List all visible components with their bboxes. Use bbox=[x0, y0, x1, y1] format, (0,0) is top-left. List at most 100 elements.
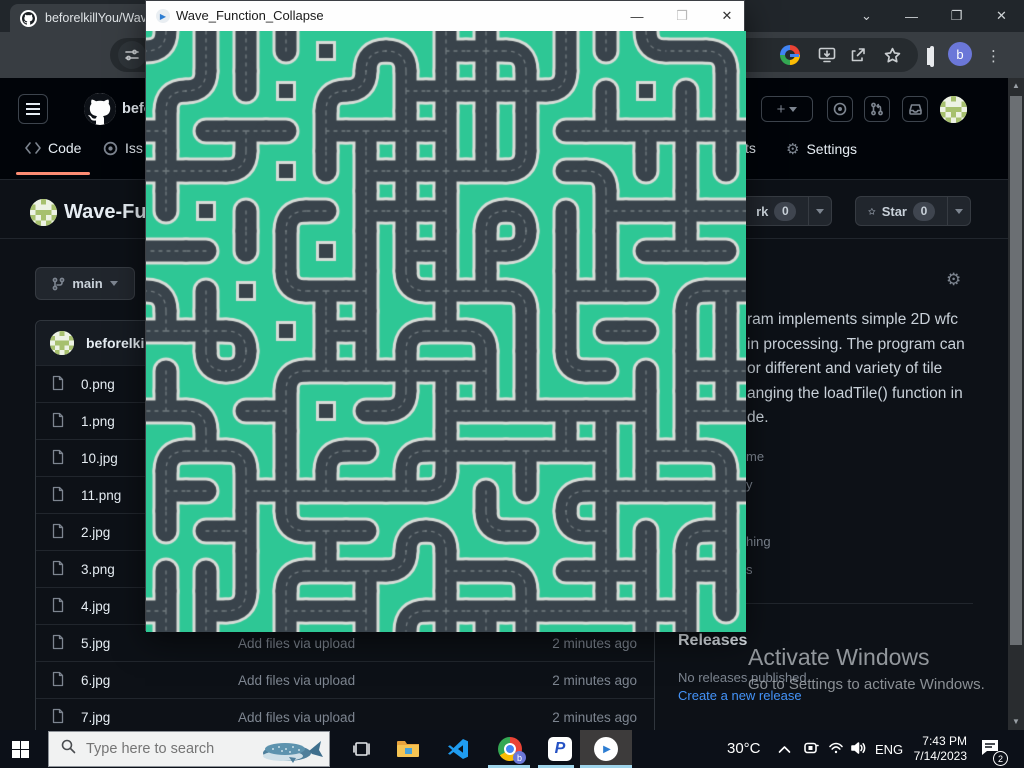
bookmark-star-icon[interactable] bbox=[882, 45, 902, 65]
start-button[interactable] bbox=[12, 741, 29, 758]
play-circle-icon: ▶ bbox=[586, 730, 626, 768]
browser-close-button[interactable]: ✕ bbox=[979, 0, 1024, 32]
sketch-window-taskbar-item[interactable]: ▶ bbox=[580, 730, 632, 768]
tab-issues[interactable]: Iss bbox=[103, 140, 143, 156]
chrome-icon[interactable]: b bbox=[490, 730, 530, 768]
issues-header-icon[interactable] bbox=[827, 96, 853, 122]
sidebar-item-fragment[interactable]: s bbox=[746, 562, 753, 577]
sidebar-item-fragment[interactable]: y bbox=[746, 477, 753, 492]
fork-caret[interactable] bbox=[809, 197, 831, 225]
about-description-line: in processing. The program can bbox=[747, 336, 965, 354]
file-name[interactable]: 10.jpg bbox=[81, 451, 118, 466]
hamburger-menu-button[interactable] bbox=[18, 94, 48, 124]
inbox-icon[interactable] bbox=[902, 96, 928, 122]
repo-owner-identicon[interactable] bbox=[30, 199, 57, 226]
star-caret[interactable] bbox=[948, 197, 970, 225]
star-button[interactable]: Star 0 bbox=[855, 196, 971, 226]
desktop: beforelkillYou/Wav ⌄ — ❐ ✕ ← → ⟳ g bbox=[0, 0, 1024, 768]
tab-code[interactable]: Code bbox=[25, 140, 81, 156]
scroll-up-arrow[interactable]: ▲ bbox=[1008, 78, 1024, 94]
page-scrollbar[interactable]: ▲ ▼ bbox=[1008, 78, 1024, 730]
temperature[interactable]: 30°C bbox=[727, 740, 761, 757]
tray-chevron-icon[interactable] bbox=[778, 741, 791, 759]
scrollbar-thumb[interactable] bbox=[1010, 96, 1022, 645]
google-icon[interactable] bbox=[780, 45, 800, 65]
new-dropdown-button[interactable]: + bbox=[761, 96, 813, 122]
about-gear-icon[interactable]: ⚙ bbox=[946, 270, 961, 290]
file-explorer-icon[interactable] bbox=[388, 730, 428, 768]
activate-windows-watermark: Activate Windows bbox=[748, 644, 930, 671]
taskbar: b P ▶ 30°C ENG 7:43 PM 7/14/2023 bbox=[0, 730, 1024, 768]
profile-avatar[interactable]: b bbox=[948, 42, 972, 66]
file-name[interactable]: 11.png bbox=[81, 488, 121, 503]
app-titlebar[interactable]: ▶ Wave_Function_Collapse — ❒ ✕ bbox=[146, 1, 744, 31]
file-name[interactable]: 4.jpg bbox=[81, 599, 110, 614]
file-icon bbox=[51, 486, 65, 505]
sidebar-item-fragment[interactable]: hing bbox=[746, 534, 771, 549]
file-name[interactable]: 5.jpg bbox=[81, 636, 110, 651]
toolbar-right: b ⋮ bbox=[930, 38, 1001, 66]
file-name[interactable]: 3.png bbox=[81, 562, 115, 577]
processing-icon[interactable]: P bbox=[540, 730, 580, 768]
search-input[interactable] bbox=[86, 741, 256, 757]
share-icon[interactable] bbox=[848, 45, 868, 65]
wfc-pattern-canvas bbox=[146, 31, 746, 632]
tab-settings[interactable]: ⚙ Settings bbox=[786, 140, 857, 158]
file-name[interactable]: 0.png bbox=[81, 377, 115, 392]
file-name[interactable]: 1.png bbox=[81, 414, 115, 429]
commit-message[interactable]: Add files via upload bbox=[238, 710, 355, 725]
task-view-icon[interactable] bbox=[342, 730, 382, 768]
file-icon bbox=[51, 412, 65, 431]
search-icon bbox=[61, 739, 76, 759]
commit-message[interactable]: Add files via upload bbox=[238, 673, 355, 688]
notification-center-icon[interactable]: 2 bbox=[980, 738, 1000, 761]
install-icon[interactable] bbox=[817, 45, 837, 65]
language-indicator[interactable]: ENG bbox=[875, 742, 903, 757]
site-settings-icon[interactable] bbox=[118, 41, 146, 69]
file-name[interactable]: 6.jpg bbox=[81, 673, 110, 688]
tray-device-icon[interactable] bbox=[803, 741, 819, 760]
active-tab-underline bbox=[16, 172, 90, 175]
about-description-line: or different and variety of tile bbox=[747, 360, 942, 378]
side-panel-icon[interactable] bbox=[930, 39, 934, 66]
app-maximize-button[interactable]: ❒ bbox=[661, 1, 703, 31]
file-name[interactable]: 2.jpg bbox=[81, 525, 110, 540]
file-icon bbox=[51, 634, 65, 653]
app-close-button[interactable]: ✕ bbox=[706, 1, 748, 31]
commit-message[interactable]: Add files via upload bbox=[238, 636, 355, 651]
menu-dots-icon[interactable]: ⋮ bbox=[986, 39, 1001, 65]
whale-shark-image[interactable] bbox=[259, 735, 325, 768]
commit-author-name[interactable]: beforelkill bbox=[86, 335, 152, 351]
app-minimize-button[interactable]: — bbox=[616, 1, 658, 31]
user-avatar-identicon[interactable] bbox=[940, 96, 967, 123]
github-logo[interactable] bbox=[84, 93, 116, 125]
commit-author-identicon[interactable] bbox=[50, 331, 74, 355]
file-icon bbox=[51, 375, 65, 394]
branch-selector[interactable]: main bbox=[35, 267, 135, 300]
github-favicon bbox=[20, 10, 37, 27]
fork-count: 0 bbox=[774, 202, 796, 221]
notification-count-badge: 2 bbox=[993, 751, 1008, 766]
tab-insights-fragment[interactable]: ts bbox=[745, 140, 756, 156]
vscode-icon[interactable] bbox=[438, 730, 478, 768]
table-row[interactable]: 6.jpg Add files via upload 2 minutes ago bbox=[36, 661, 654, 698]
tab-search-chevron[interactable]: ⌄ bbox=[844, 0, 889, 32]
commit-time: 2 minutes ago bbox=[552, 710, 637, 725]
sidebar-item-fragment[interactable]: me bbox=[746, 449, 764, 464]
file-icon bbox=[51, 449, 65, 468]
file-icon bbox=[51, 708, 65, 727]
repo-title[interactable]: Wave-Fu bbox=[64, 201, 147, 224]
taskbar-search[interactable] bbox=[48, 731, 330, 767]
browser-restore-button[interactable]: ❐ bbox=[934, 0, 979, 32]
wfc-app-window[interactable]: ▶ Wave_Function_Collapse — ❒ ✕ bbox=[145, 0, 745, 631]
pull-requests-header-icon[interactable] bbox=[864, 96, 890, 122]
browser-minimize-button[interactable]: — bbox=[889, 0, 934, 32]
scroll-down-arrow[interactable]: ▼ bbox=[1008, 714, 1024, 730]
clock[interactable]: 7:43 PM 7/14/2023 bbox=[905, 734, 967, 764]
table-row[interactable]: 7.jpg Add files via upload 2 minutes ago bbox=[36, 698, 654, 730]
file-icon bbox=[51, 597, 65, 616]
wifi-icon[interactable] bbox=[828, 741, 844, 759]
file-name[interactable]: 7.jpg bbox=[81, 710, 110, 725]
volume-icon[interactable] bbox=[850, 741, 867, 760]
date: 7/14/2023 bbox=[905, 749, 967, 764]
